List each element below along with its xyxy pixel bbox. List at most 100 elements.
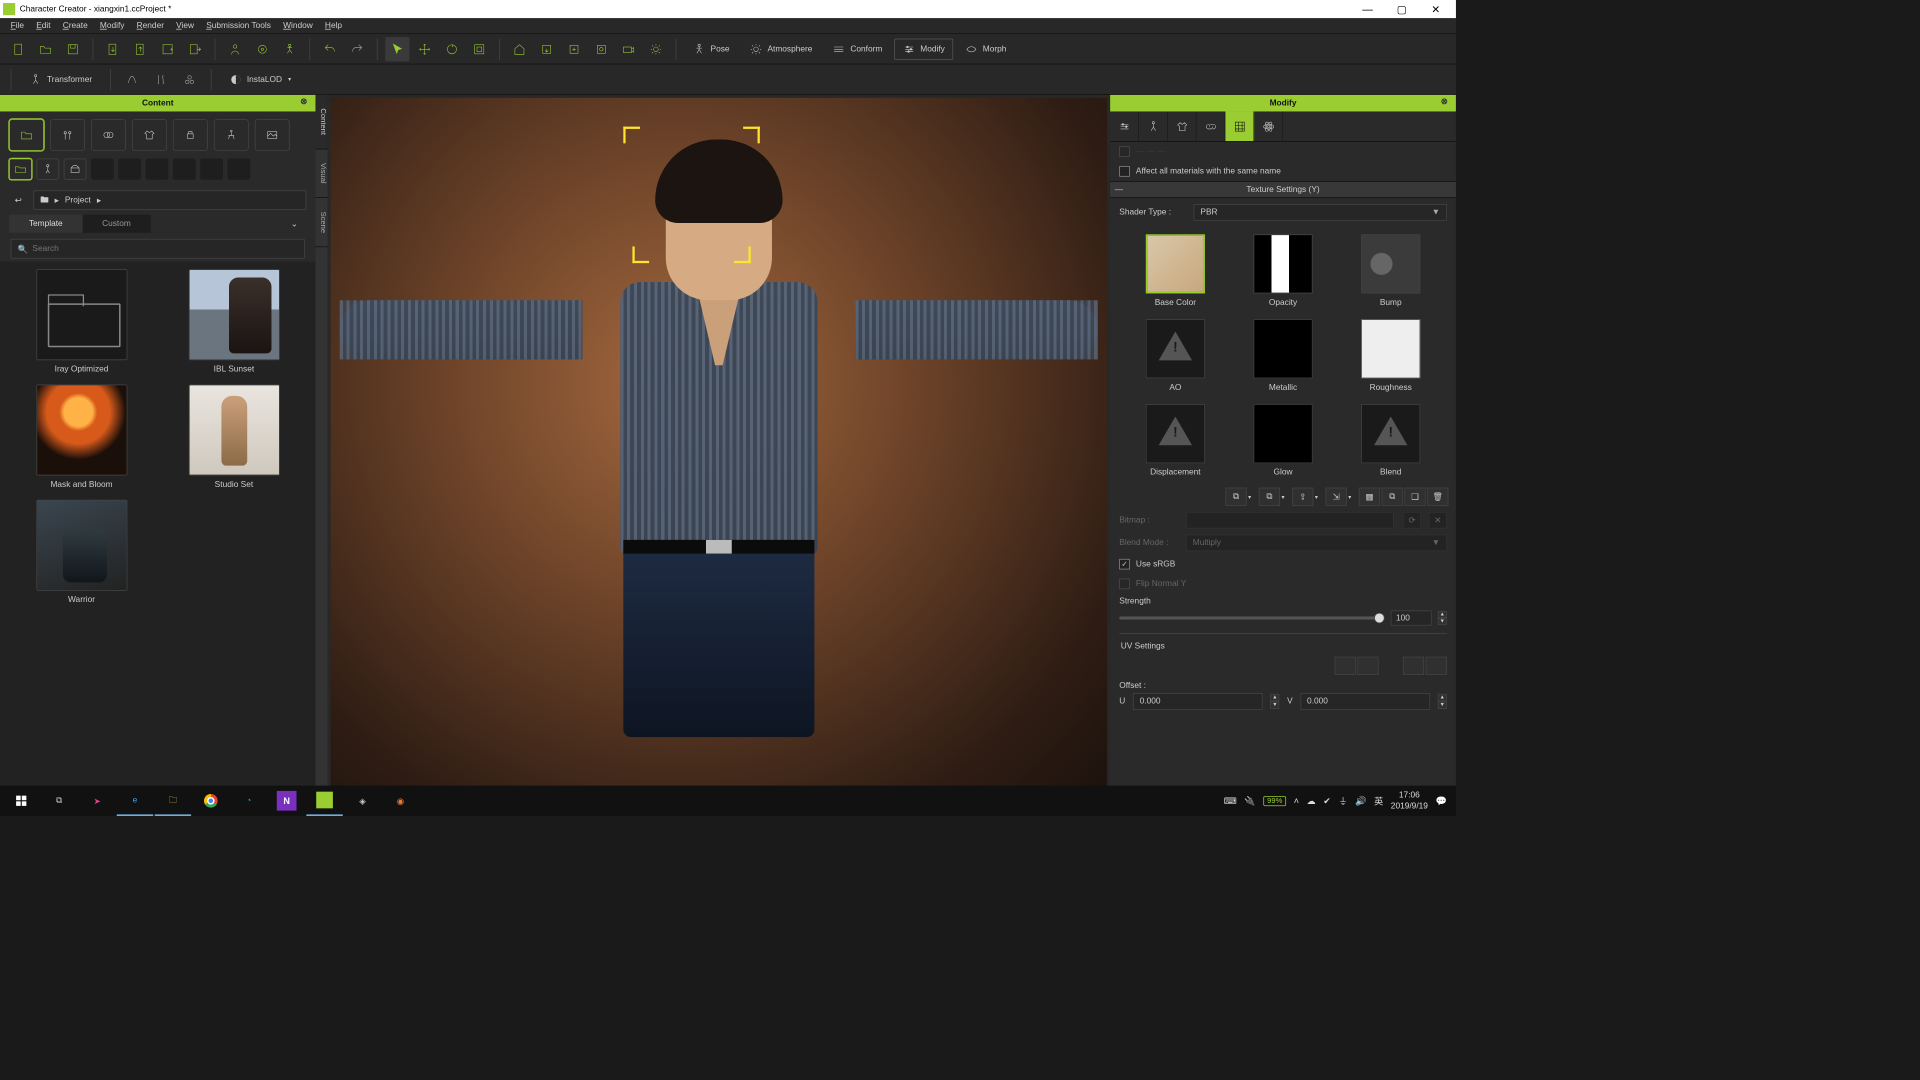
redo-button[interactable] [345, 37, 369, 61]
tex-bump[interactable]: Bump [1347, 234, 1435, 307]
uv-flip-h[interactable] [1403, 657, 1424, 675]
export2-button[interactable] [183, 37, 207, 61]
tray-power-icon[interactable]: 🔌 [1244, 795, 1255, 806]
search-input[interactable] [32, 244, 298, 253]
side-tab-scene[interactable]: Scene [315, 198, 327, 248]
conform-mode[interactable]: Conform [824, 38, 891, 59]
tex-base-color[interactable]: Base Color [1131, 234, 1219, 307]
onenote-app-icon[interactable]: N [277, 791, 297, 811]
modify-tab-link[interactable] [1197, 111, 1226, 141]
item-warrior[interactable]: Warrior [12, 500, 151, 605]
minimize-button[interactable]: — [1351, 0, 1385, 18]
tex-link-button[interactable]: ⇲ [1325, 488, 1346, 506]
tray-clock[interactable]: 17:06 2019/9/19 [1391, 790, 1428, 811]
srgb-checkbox[interactable] [1119, 559, 1130, 570]
undo-button[interactable] [318, 37, 342, 61]
rotate-tool[interactable] [440, 37, 464, 61]
menu-file[interactable]: File [5, 20, 31, 32]
breadcrumb[interactable]: 🖿▸ Project▸ [33, 190, 306, 210]
menu-help[interactable]: Help [319, 20, 348, 32]
tab-more-icon[interactable]: ⌄ [285, 219, 303, 229]
uv-rotate-ccw[interactable] [1335, 657, 1356, 675]
tab-template[interactable]: Template [9, 215, 82, 233]
explorer-app-icon[interactable]: 🗀 [155, 786, 191, 816]
content-avatar-tab[interactable] [50, 119, 85, 151]
tex-opacity[interactable]: Opacity [1239, 234, 1327, 307]
menu-create[interactable]: Create [57, 20, 94, 32]
tex-metallic[interactable]: Metallic [1239, 319, 1327, 392]
avatar-button[interactable] [223, 37, 247, 61]
tex-swap-button[interactable]: ⧉ [1382, 488, 1403, 506]
frame3-button[interactable] [589, 37, 613, 61]
modify-tab-motion[interactable] [1139, 111, 1168, 141]
tab-custom[interactable]: Custom [82, 215, 150, 233]
content-folder-tab[interactable] [9, 119, 44, 151]
tex-import-button[interactable]: ⧉ [1225, 488, 1246, 506]
tex-delete-button[interactable]: 🗑 [1427, 488, 1448, 506]
pose-mode[interactable]: Pose [684, 38, 738, 59]
item-studio-set[interactable]: Studio Set [165, 384, 304, 489]
atmosphere-mode[interactable]: Atmosphere [741, 38, 821, 59]
camera-button[interactable] [616, 37, 640, 61]
accessory-button[interactable] [250, 37, 274, 61]
morph-mode[interactable]: Morph [956, 38, 1015, 59]
save-as-button[interactable] [155, 37, 179, 61]
menu-window[interactable]: Window [277, 20, 319, 32]
side-tab-visual[interactable]: Visual [315, 149, 327, 198]
tray-sound-icon[interactable]: 🔊 [1355, 795, 1366, 806]
chrome-app-icon[interactable] [193, 786, 229, 816]
hair-tool[interactable] [119, 67, 143, 91]
character-creator-app-icon[interactable] [306, 786, 342, 816]
content-panel-close-icon[interactable]: ⊗ [300, 96, 312, 108]
tray-sync-icon[interactable]: ✔ [1323, 795, 1331, 806]
menu-view[interactable]: View [170, 20, 200, 32]
side-tab-content[interactable]: Content [315, 95, 327, 150]
close-button[interactable]: ✕ [1419, 0, 1453, 18]
tex-displacement[interactable]: Displacement [1131, 404, 1219, 477]
tex-glow[interactable]: Glow [1239, 404, 1327, 477]
modify-mode[interactable]: Modify [894, 38, 953, 59]
tray-ime-icon[interactable]: 英 [1374, 794, 1383, 807]
strength-step-down[interactable]: ▼ [1438, 618, 1447, 625]
strength-slider[interactable] [1119, 616, 1384, 619]
strength-step-up[interactable]: ▲ [1438, 611, 1447, 618]
strength-value[interactable]: 100 [1391, 610, 1432, 625]
item-iray-optimized[interactable]: Iray Optimized [12, 269, 151, 374]
move-tool[interactable] [413, 37, 437, 61]
transformer-mode[interactable]: Transformer [20, 69, 100, 90]
tex-grid-button[interactable]: ▦ [1359, 488, 1380, 506]
affect-all-checkbox[interactable] [1119, 166, 1130, 177]
menu-edit[interactable]: Edit [30, 20, 57, 32]
offset-v-input[interactable]: 0.000 [1300, 693, 1430, 710]
menu-submission-tools[interactable]: Submission Tools [200, 20, 277, 32]
tray-wifi-icon[interactable]: ⏚ [1338, 794, 1347, 807]
menu-modify[interactable]: Modify [94, 20, 131, 32]
instalod-button[interactable]: InstaLOD▾ [220, 69, 299, 90]
uv-flip-v[interactable] [1426, 657, 1447, 675]
modify-panel-close-icon[interactable]: ⊗ [1441, 96, 1453, 108]
modify-tab-sliders[interactable] [1110, 111, 1139, 141]
shader-type-select[interactable]: PBR▼ [1194, 204, 1447, 221]
uv-rotate-cw[interactable] [1357, 657, 1378, 675]
select-tool[interactable] [385, 37, 409, 61]
app-blue-icon[interactable]: ◔ [231, 786, 267, 816]
open-file-button[interactable] [33, 37, 57, 61]
import-button[interactable] [101, 37, 125, 61]
tex-blend[interactable]: Blend [1347, 404, 1435, 477]
modify-tab-texture[interactable] [1225, 111, 1254, 141]
content-skeleton-tab[interactable] [214, 119, 249, 151]
start-button[interactable] [3, 786, 39, 816]
content-scene-tab[interactable] [255, 119, 290, 151]
tex-ao[interactable]: AO [1131, 319, 1219, 392]
filter-zone[interactable] [64, 158, 87, 179]
content-morph-tab[interactable] [91, 119, 126, 151]
offset-u-input[interactable]: 0.000 [1133, 693, 1263, 710]
motion-button[interactable] [278, 37, 302, 61]
3d-viewport[interactable] [331, 98, 1107, 813]
tex-share-button[interactable]: ⇪ [1292, 488, 1313, 506]
task-view-button[interactable]: ⧉ [41, 786, 77, 816]
maximize-button[interactable]: ▢ [1385, 0, 1419, 18]
modify-tab-cloth[interactable] [1168, 111, 1197, 141]
modify-tab-physics[interactable] [1254, 111, 1283, 141]
cursor-app-icon[interactable]: ➤ [79, 786, 115, 816]
